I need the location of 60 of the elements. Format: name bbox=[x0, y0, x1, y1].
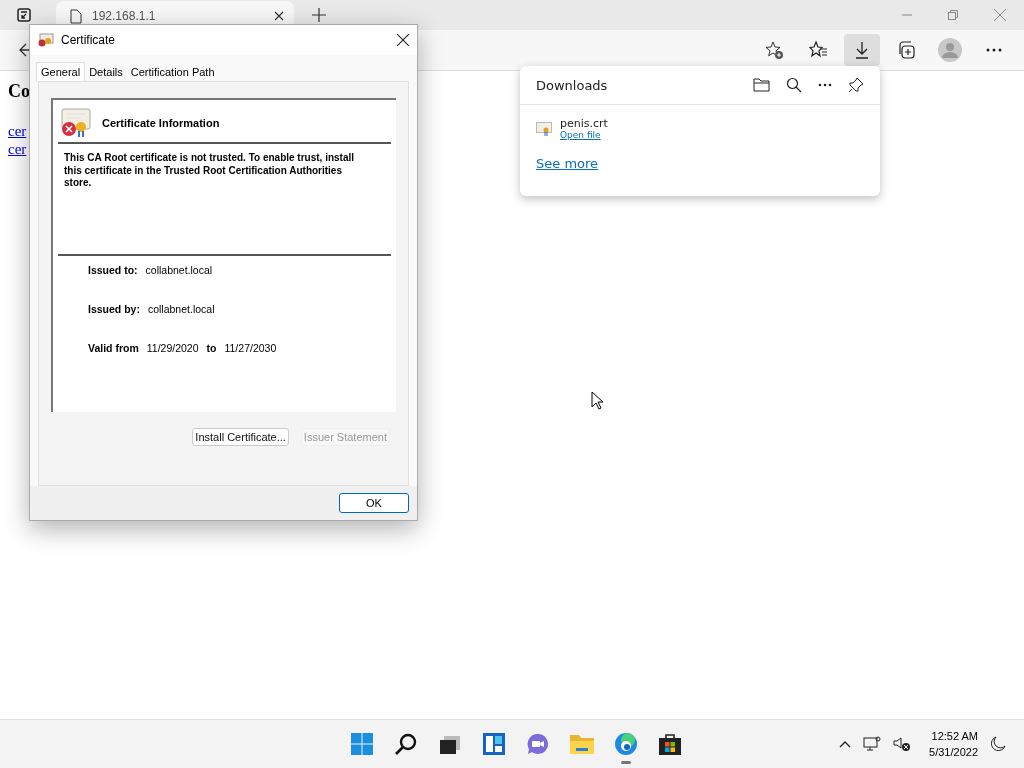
browser-logo-icon[interactable] bbox=[614, 732, 638, 756]
close-icon[interactable] bbox=[397, 34, 409, 46]
windows-logo-icon[interactable] bbox=[350, 732, 374, 756]
store-bag-icon[interactable] bbox=[658, 732, 682, 756]
untrusted-certificate-icon bbox=[60, 108, 92, 138]
video-chat-icon[interactable] bbox=[526, 732, 550, 756]
dialog-tab[interactable]: Certification Path bbox=[126, 63, 219, 81]
tab-title: 192.168.1.1 bbox=[92, 9, 157, 23]
more-icon[interactable] bbox=[986, 48, 1002, 52]
avatar-icon[interactable] bbox=[938, 38, 962, 62]
certificate-icon bbox=[38, 33, 54, 47]
field-value: collabnet.local bbox=[145, 264, 213, 276]
collections-icon[interactable] bbox=[896, 40, 916, 60]
see-more-link[interactable]: See more bbox=[536, 156, 599, 171]
date-value: 11/27/2030 bbox=[224, 342, 277, 354]
certificate-file-icon bbox=[536, 122, 552, 136]
page-icon bbox=[70, 8, 82, 24]
clock-date: 5/31/2022 bbox=[929, 745, 978, 760]
date-value: 11/29/2020 bbox=[146, 342, 199, 354]
star-plus-icon[interactable] bbox=[764, 40, 784, 60]
running-indicator bbox=[621, 761, 631, 764]
widgets-icon[interactable] bbox=[482, 732, 506, 756]
clock[interactable]: 12:52 AM 5/31/2022 bbox=[929, 728, 978, 760]
folder-icon[interactable] bbox=[569, 732, 595, 756]
muted-speaker-icon[interactable] bbox=[893, 736, 912, 752]
search-icon[interactable] bbox=[394, 732, 418, 756]
more-icon[interactable] bbox=[818, 83, 832, 87]
open-file-link[interactable]: Open file bbox=[560, 130, 601, 140]
close-icon[interactable] bbox=[274, 11, 284, 21]
chevron-up-icon[interactable] bbox=[839, 740, 852, 748]
dialog-title: Certificate bbox=[61, 33, 117, 47]
field-label: Issued by: bbox=[88, 303, 140, 315]
new-tab-icon[interactable] bbox=[312, 8, 326, 22]
field-label: Issued to: bbox=[88, 264, 138, 276]
panel-title: Downloads bbox=[536, 77, 608, 93]
field-label: Valid from bbox=[88, 342, 139, 354]
field-value: collabnet.local bbox=[147, 303, 215, 315]
field-label: to bbox=[206, 342, 217, 354]
page-link[interactable]: cer bbox=[8, 140, 27, 158]
restore-icon[interactable] bbox=[948, 10, 958, 20]
folder-icon[interactable] bbox=[753, 78, 770, 92]
mouse-pointer-icon bbox=[591, 391, 603, 410]
trust-message: This CA Root certificate is not trusted. To enable trust, install this certificate in the Trusted Root Certification Authorities store. bbox=[58, 144, 391, 256]
star-list-icon[interactable] bbox=[808, 40, 828, 60]
dialog-tab[interactable]: Details bbox=[85, 63, 127, 81]
network-icon[interactable] bbox=[863, 736, 882, 752]
tab-actions-icon[interactable] bbox=[17, 8, 31, 22]
search-icon[interactable] bbox=[786, 77, 802, 93]
dialog-button[interactable]: Install Certificate... bbox=[192, 428, 289, 446]
page-heading: Co bbox=[8, 81, 30, 102]
moon-icon[interactable] bbox=[990, 736, 1006, 752]
back-icon[interactable] bbox=[18, 43, 32, 57]
clock-time: 12:52 AM bbox=[931, 729, 978, 744]
dialog-tab[interactable]: General bbox=[36, 62, 86, 81]
file-name: penis.crt bbox=[560, 117, 608, 130]
page-link[interactable]: cer bbox=[8, 122, 27, 140]
section-title: Certificate Information bbox=[102, 117, 220, 129]
ok-button[interactable]: OK bbox=[339, 493, 409, 513]
downloads-button[interactable] bbox=[844, 34, 880, 66]
pin-icon[interactable] bbox=[848, 77, 864, 93]
